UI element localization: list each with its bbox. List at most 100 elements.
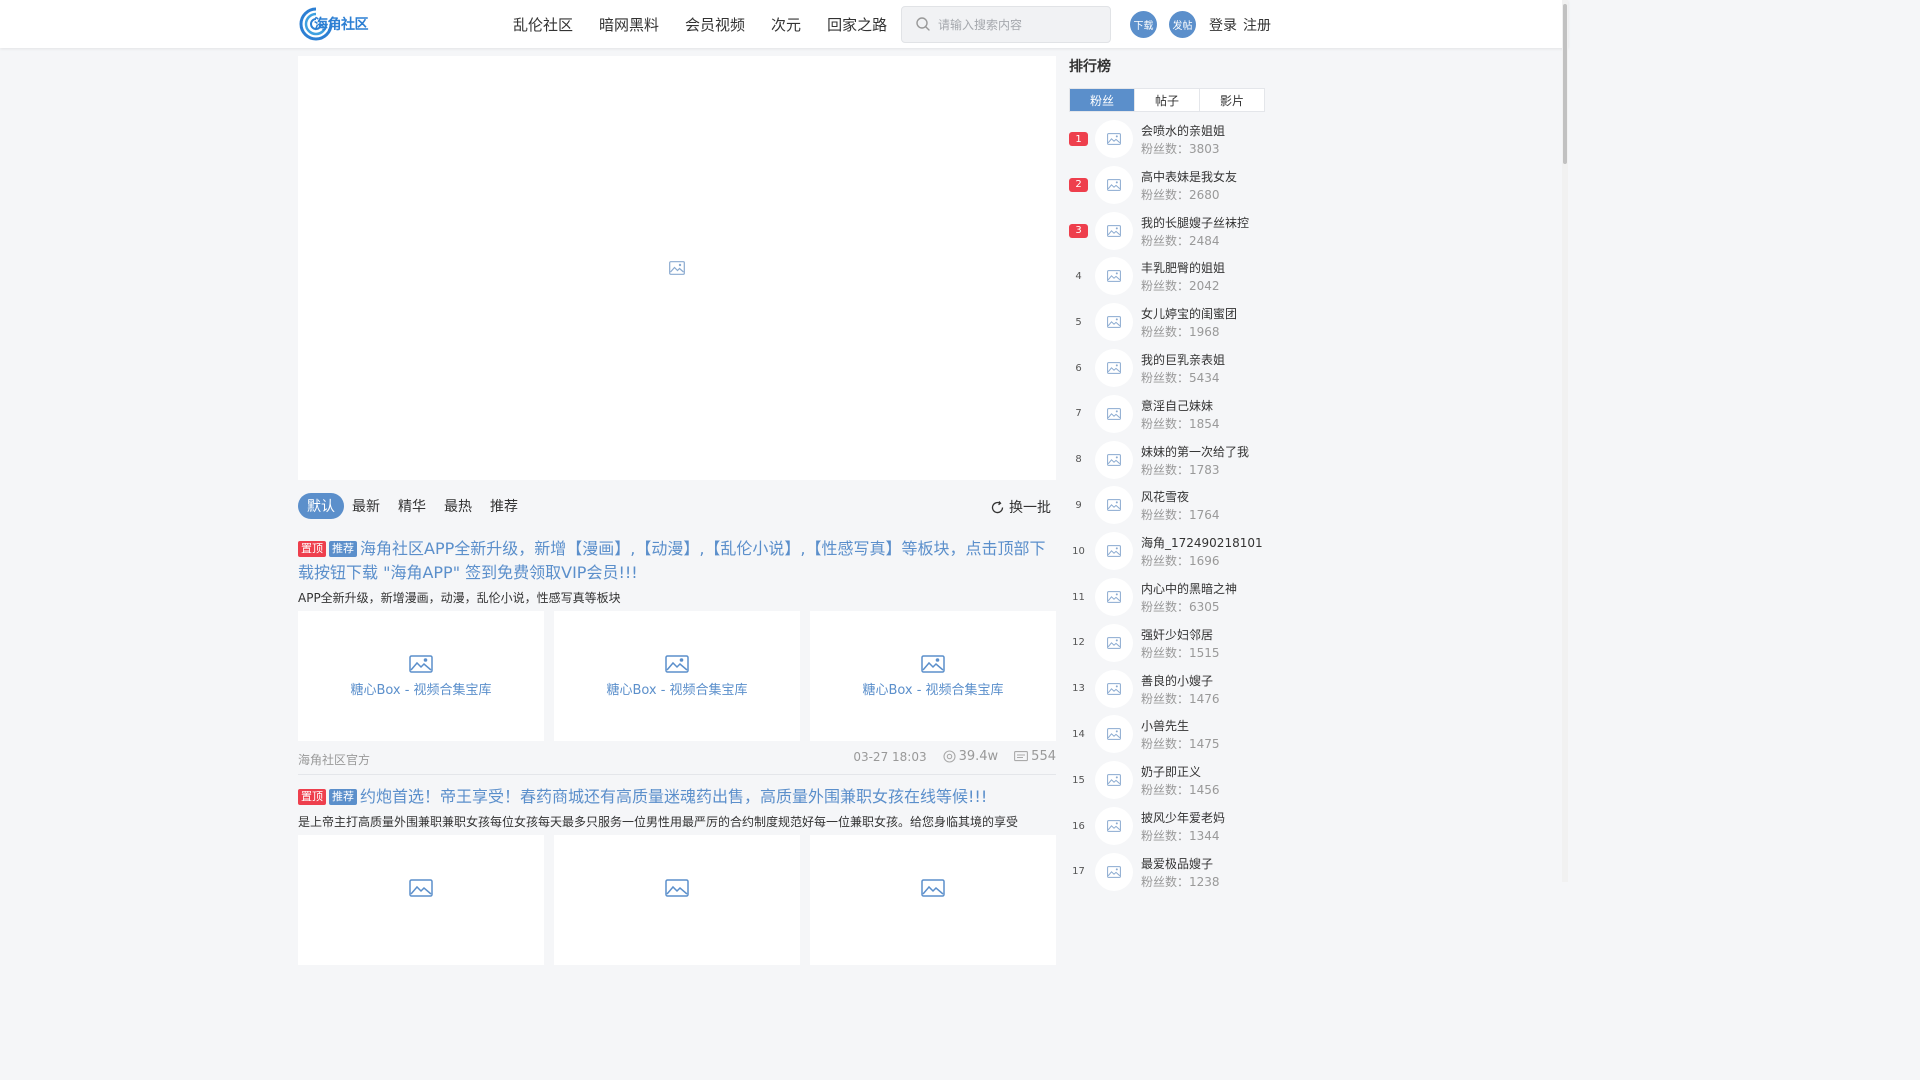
scrollbar-thumb[interactable] [1563, 4, 1567, 164]
ranking-username[interactable]: 妹妹的第一次给了我 [1141, 443, 1249, 460]
ranking-item[interactable]: 16 披风少年爱老妈 粉丝数：1344 [1069, 807, 1265, 853]
ranking-username[interactable]: 海角_172490218101 [1141, 534, 1263, 551]
post-thumbnail[interactable] [554, 835, 800, 965]
ranking-username[interactable]: 最爱极品嫂子 [1141, 855, 1213, 872]
ranking-username[interactable]: 丰乳肥臀的姐姐 [1141, 259, 1225, 276]
tab-default[interactable]: 默认 [298, 493, 344, 519]
avatar[interactable] [1095, 257, 1133, 296]
ranking-item[interactable]: 12 强奸少妇邻居 粉丝数：1515 [1069, 623, 1265, 670]
login-link[interactable]: 登录 [1209, 18, 1237, 34]
ranking-fans-count: 粉丝数：1515 [1141, 645, 1220, 660]
avatar[interactable] [1095, 211, 1133, 250]
nav-item[interactable]: 乱伦社区 [513, 14, 573, 35]
post-title-link[interactable]: 置顶 推荐 约炮首选！帝王享受！春药商城还有高质量迷魂药出售，高质量外围兼职女孩在线… [298, 785, 1056, 809]
post-author[interactable]: 海角社区官方 [298, 751, 370, 768]
avatar[interactable] [1095, 486, 1133, 525]
ranking-item[interactable]: 6 我的巨乳亲表姐 粉丝数：5434 [1069, 349, 1265, 395]
tab-posts[interactable]: 帖子 [1135, 89, 1200, 111]
ranking-fans-count: 粉丝数：1344 [1141, 829, 1220, 843]
post-title: 海角社区APP全新升级，新增【漫画】,【动漫】,【乱伦小说】,【性感写真】等板块… [298, 539, 1046, 582]
image-placeholder-icon [1107, 682, 1121, 695]
banner-image[interactable] [298, 56, 1056, 480]
ranking-item[interactable]: 8 妹妹的第一次给了我 粉丝数：1783 [1069, 440, 1265, 487]
image-placeholder-icon [1107, 453, 1121, 466]
post-thumbnail[interactable]: 糖心Box - 视频合集宝库 [810, 611, 1056, 741]
ranking-item[interactable]: 1 会喷水的亲姐姐 粉丝数：3803 [1069, 120, 1265, 166]
register-link[interactable]: 注册 [1243, 18, 1271, 34]
nav-item[interactable]: 会员视频 [685, 14, 745, 35]
avatar[interactable] [1095, 303, 1133, 342]
ranking-username[interactable]: 善良的小嫂子 [1141, 672, 1213, 689]
tab-videos[interactable]: 影片 [1200, 89, 1264, 111]
avatar[interactable] [1095, 807, 1133, 845]
ranking-item[interactable]: 9 风花雪夜 粉丝数：1764 [1069, 486, 1265, 532]
avatar[interactable] [1095, 120, 1133, 158]
image-placeholder-icon [1107, 545, 1121, 558]
ranking-item[interactable]: 17 最爱极品嫂子 粉丝数：1238 [1069, 852, 1265, 899]
ranking-item[interactable]: 7 意淫自己妹妹 粉丝数：1854 [1069, 394, 1265, 441]
image-placeholder-icon [409, 879, 433, 897]
ranking-username[interactable]: 我的长腿嫂子丝袜控 [1141, 214, 1249, 231]
ranking-username[interactable]: 高中表妹是我女友 [1141, 168, 1237, 185]
ranking-username[interactable]: 我的巨乳亲表姐 [1141, 351, 1225, 368]
ranking-item[interactable]: 10 海角_172490218101 粉丝数：1696 [1069, 532, 1265, 578]
tab-fans[interactable]: 粉丝 [1070, 89, 1135, 111]
avatar[interactable] [1095, 852, 1133, 891]
avatar[interactable] [1095, 349, 1133, 387]
ranking-username[interactable]: 女儿婷宝的闺蜜团 [1141, 305, 1237, 322]
post-thumbnail[interactable]: 糖心Box - 视频合集宝库 [554, 611, 800, 741]
nav-item[interactable]: 次元 [771, 14, 801, 35]
ranking-username[interactable]: 奶子即正义 [1141, 763, 1201, 780]
ranking-username[interactable]: 内心中的黑暗之神 [1141, 580, 1237, 597]
nav-item[interactable]: 回家之路 [827, 14, 887, 35]
ranking-fans-count: 粉丝数：3803 [1141, 142, 1220, 156]
ranking-item[interactable]: 13 善良的小嫂子 粉丝数：1476 [1069, 669, 1265, 716]
avatar[interactable] [1095, 532, 1133, 571]
rank-number: 5 [1075, 316, 1082, 328]
nav-item[interactable]: 暗网黑料 [599, 14, 659, 35]
ranking-item[interactable]: 5 女儿婷宝的闺蜜团 粉丝数：1968 [1069, 303, 1265, 349]
rank-number: 6 [1075, 362, 1082, 374]
ranking-username[interactable]: 强奸少妇邻居 [1141, 626, 1213, 643]
ranking-item[interactable]: 14 小兽先生 粉丝数：1475 [1069, 715, 1265, 761]
rank-number: 7 [1075, 408, 1082, 420]
ranking-fans-count: 粉丝数：5434 [1141, 371, 1220, 385]
tab-featured[interactable]: 精华 [394, 493, 430, 519]
refresh-button[interactable]: 换一批 [990, 497, 1051, 517]
post-title-link[interactable]: 置顶 推荐 海角社区APP全新升级，新增【漫画】,【动漫】,【乱伦小说】,【性感写真… [298, 537, 1056, 585]
ranking-sidebar: 排行榜 粉丝 帖子 影片 1 会喷水的亲姐姐 粉丝数：3803 2 高中表妹是我女友 粉丝… [1069, 56, 1265, 891]
ranking-item[interactable]: 11 内心中的黑暗之神 粉丝数：6305 [1069, 578, 1265, 624]
page-scrollbar[interactable] [1562, 0, 1568, 882]
image-placeholder-icon [409, 654, 433, 673]
site-logo[interactable]: 海角社区 [298, 6, 376, 42]
avatar[interactable] [1095, 669, 1133, 708]
avatar[interactable] [1095, 440, 1133, 479]
post-thumbnail[interactable] [298, 835, 544, 965]
ranking-username[interactable]: 披风少年爱老妈 [1141, 809, 1225, 826]
post-thumbnail[interactable]: 糖心Box - 视频合集宝库 [298, 611, 544, 741]
ranking-username[interactable]: 小兽先生 [1141, 717, 1189, 734]
ranking-item[interactable]: 2 高中表妹是我女友 粉丝数：2680 [1069, 165, 1265, 212]
avatar[interactable] [1095, 394, 1133, 433]
ranking-item[interactable]: 15 奶子即正义 粉丝数：1456 [1069, 761, 1265, 807]
download-button[interactable]: 下载 [1130, 11, 1157, 38]
ranking-username[interactable]: 意淫自己妹妹 [1141, 397, 1213, 414]
ranking-username[interactable]: 风花雪夜 [1141, 488, 1189, 505]
tab-hottest[interactable]: 最热 [440, 493, 476, 519]
tab-latest[interactable]: 最新 [348, 493, 384, 519]
avatar[interactable] [1095, 578, 1133, 616]
ranking-username[interactable]: 会喷水的亲姐姐 [1141, 122, 1225, 139]
ranking-item[interactable]: 3 我的长腿嫂子丝袜控 粉丝数：2484 [1069, 211, 1265, 258]
avatar[interactable] [1095, 623, 1133, 662]
post-title: 约炮首选！帝王享受！春药商城还有高质量迷魂药出售，高质量外围兼职女孩在线等候!!… [360, 787, 988, 806]
new-post-button[interactable]: 发帖 [1169, 11, 1196, 38]
search-input[interactable] [938, 13, 1102, 36]
ranking-item[interactable]: 4 丰乳肥臀的姐姐 粉丝数：2042 [1069, 257, 1265, 303]
avatar[interactable] [1095, 715, 1133, 754]
post-description: 是上帝主打高质量外围兼职兼职女孩每位女孩每天最多只服务一位男性用最严厉的合约制度… [298, 815, 1019, 829]
avatar[interactable] [1095, 165, 1133, 204]
tab-recommended[interactable]: 推荐 [486, 493, 522, 519]
avatar[interactable] [1095, 761, 1133, 800]
image-placeholder-icon [1107, 728, 1121, 741]
post-thumbnail[interactable] [810, 835, 1056, 965]
